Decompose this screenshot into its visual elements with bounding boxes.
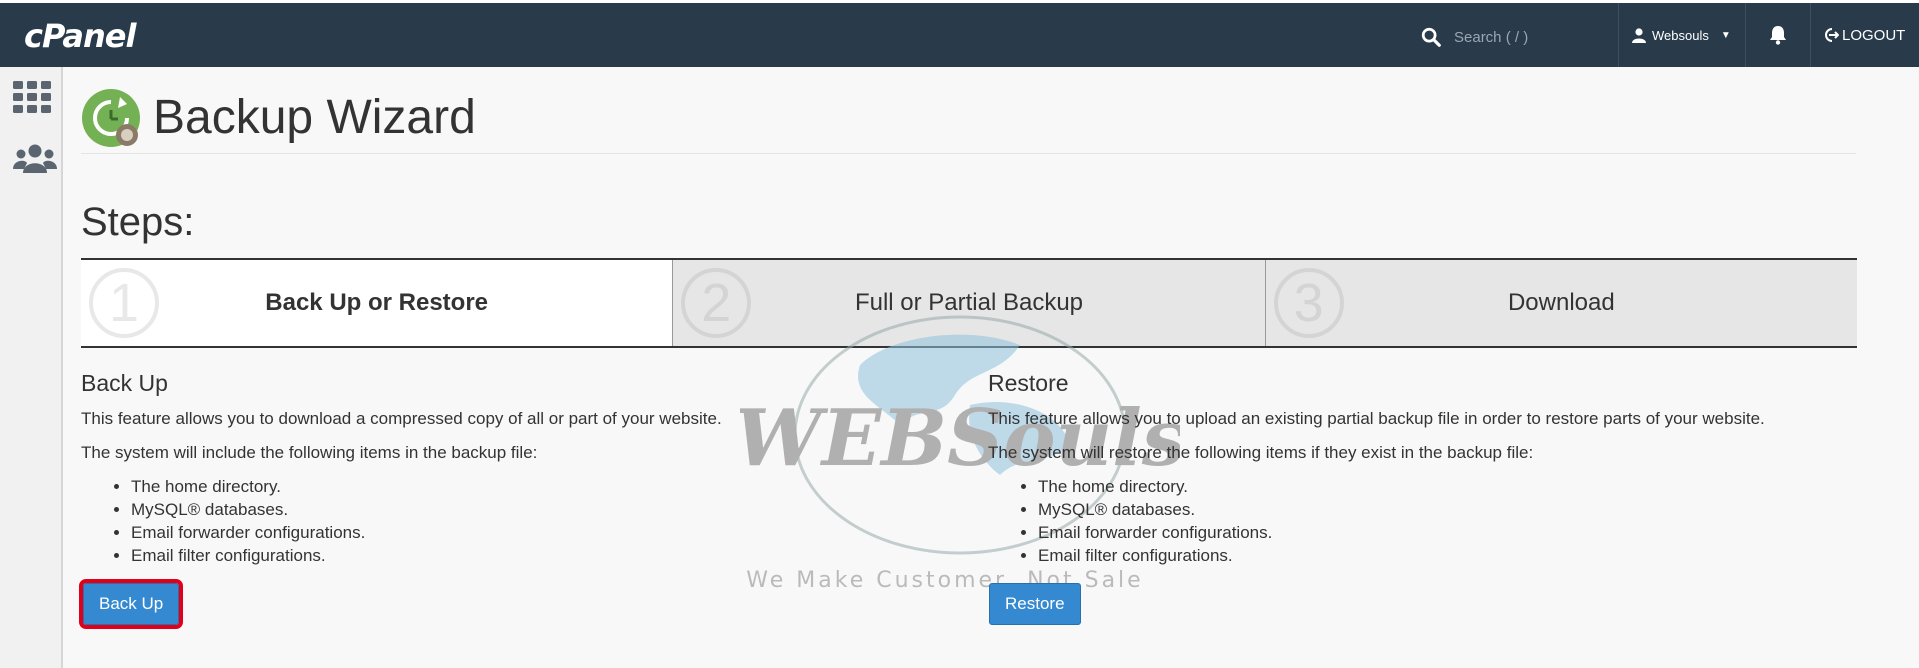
list-item: Email forwarder configurations. xyxy=(1038,521,1888,544)
step-back-up-or-restore[interactable]: 1 Back Up or Restore xyxy=(81,260,673,346)
step-number: 1 xyxy=(89,268,159,338)
page-title: Backup Wizard xyxy=(153,91,476,144)
bell-icon xyxy=(1770,26,1786,45)
cpanel-logo[interactable]: cPanel xyxy=(24,17,136,55)
step-label: Back Up or Restore xyxy=(265,289,489,316)
restore-section: Restore This feature allows you to uploa… xyxy=(988,370,1888,567)
backup-items-list: The home directory. MySQL® databases. Em… xyxy=(131,475,961,567)
watermark-tagline: We Make Customer, Not Sale xyxy=(746,568,1143,593)
page-header: Backup Wizard xyxy=(81,82,1856,154)
username-label: Websouls xyxy=(1652,27,1709,43)
list-item: Email filter configurations. xyxy=(131,544,961,567)
backup-includes-intro: The system will include the following it… xyxy=(81,443,538,462)
logout-icon xyxy=(1825,28,1839,42)
user-menu[interactable]: Websouls ▼ xyxy=(1618,3,1741,67)
back-up-button[interactable]: Back Up xyxy=(78,579,184,629)
list-item: The home directory. xyxy=(131,475,961,498)
steps-heading: Steps: xyxy=(81,200,195,244)
backup-wizard-icon xyxy=(82,88,140,147)
restore-title: Restore xyxy=(988,370,1069,396)
chevron-down-icon: ▼ xyxy=(1720,29,1731,41)
restore-includes-intro: The system will restore the following it… xyxy=(988,443,1534,462)
list-item: Email filter configurations. xyxy=(1038,544,1888,567)
search-icon xyxy=(1421,27,1441,47)
step-number: 3 xyxy=(1273,268,1344,338)
sidebar xyxy=(0,67,63,668)
list-item: MySQL® databases. xyxy=(131,498,961,521)
step-label: Full or Partial Backup xyxy=(854,289,1084,316)
logout-button[interactable]: LOGOUT xyxy=(1823,3,1905,67)
backup-section: Back Up This feature allows you to downl… xyxy=(81,370,961,567)
users-icon[interactable] xyxy=(13,143,57,175)
list-item: The home directory. xyxy=(1038,475,1888,498)
step-download[interactable]: 3 Download xyxy=(1264,260,1857,346)
list-item: Email forwarder configurations. xyxy=(131,521,961,544)
notifications-button[interactable] xyxy=(1745,3,1811,67)
top-bar: cPanel Websouls ▼ LOGOUT xyxy=(0,0,1919,67)
search-input[interactable] xyxy=(1454,28,1584,46)
backup-description: This feature allows you to download a co… xyxy=(81,409,722,428)
restore-description: This feature allows you to upload an exi… xyxy=(988,409,1765,428)
user-icon xyxy=(1632,27,1646,43)
list-item: MySQL® databases. xyxy=(1038,498,1888,521)
grid-icon[interactable] xyxy=(13,81,51,113)
restore-button[interactable]: Restore xyxy=(989,583,1081,625)
search-box[interactable] xyxy=(1420,21,1595,53)
restore-items-list: The home directory. MySQL® databases. Em… xyxy=(1038,475,1888,567)
backup-title: Back Up xyxy=(81,370,168,396)
step-label: Download xyxy=(1507,289,1615,316)
logout-label: LOGOUT xyxy=(1842,26,1906,44)
